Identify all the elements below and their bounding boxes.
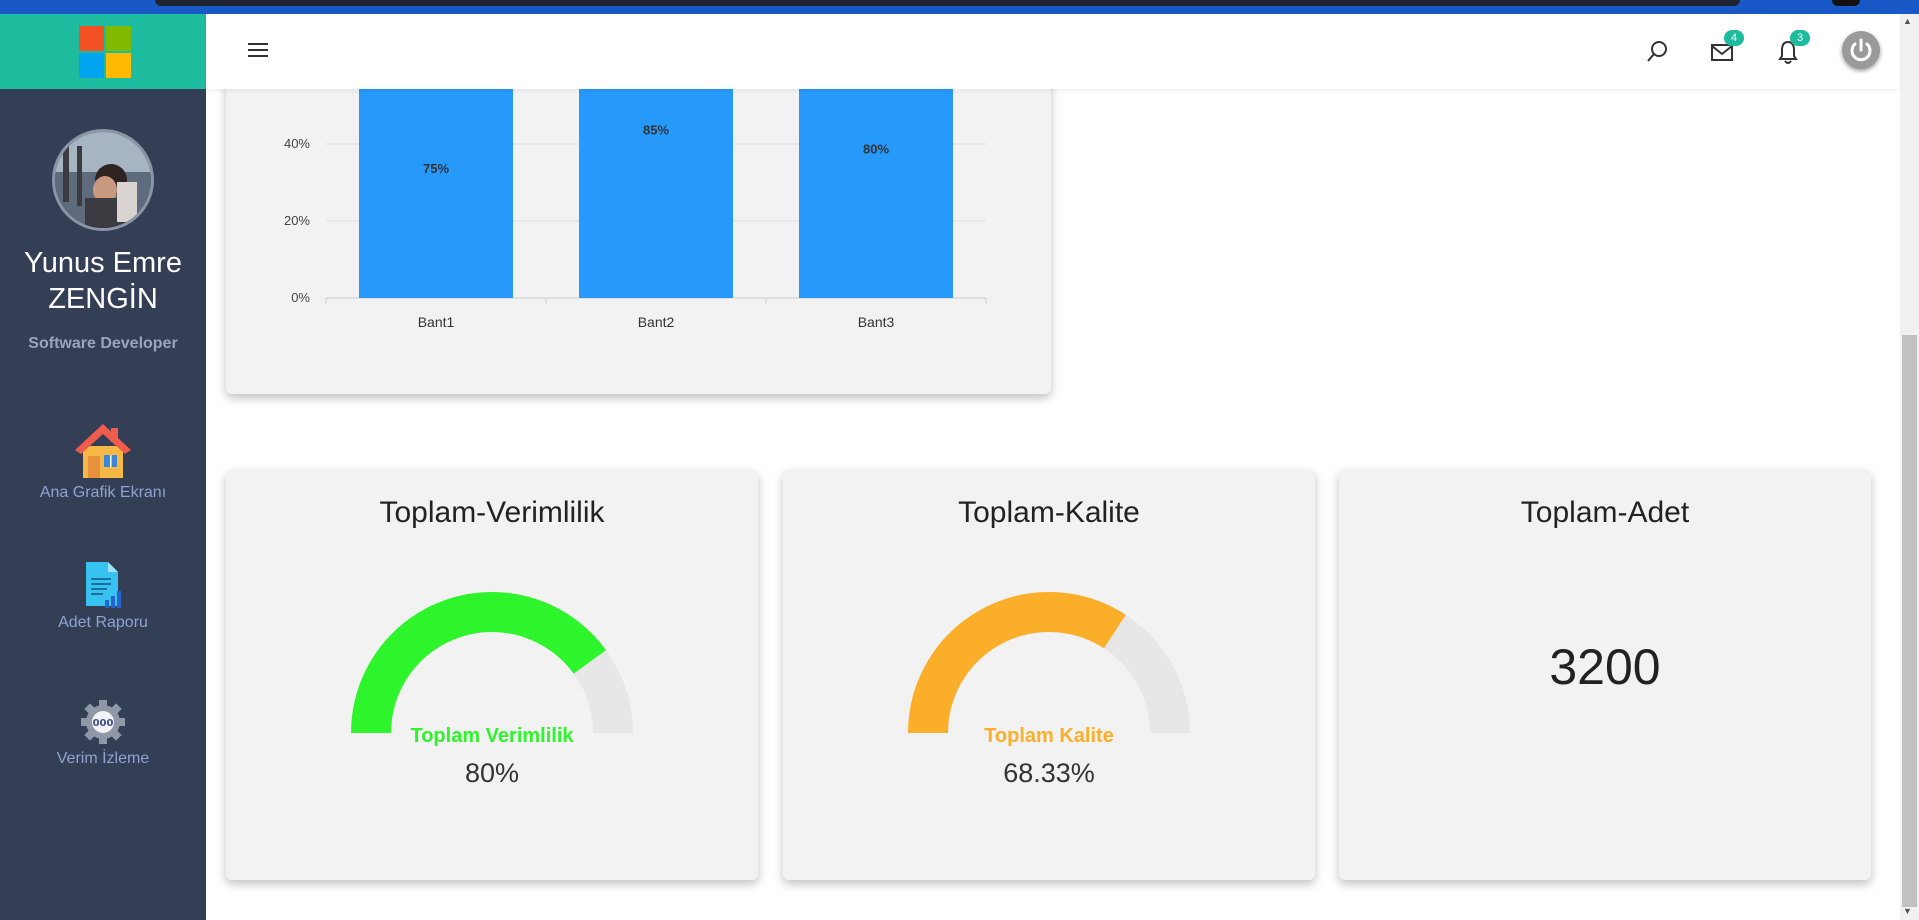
scrollbar-thumb[interactable]	[1902, 335, 1917, 907]
sidebar-item-label: Verim İzleme	[56, 750, 150, 767]
efficiency-gauge	[351, 592, 633, 734]
avatar	[52, 129, 154, 231]
sidebar-item-adet-raporu[interactable]: Adet Raporu	[0, 560, 206, 632]
user-last-name: ZENGİN	[48, 283, 158, 315]
power-button[interactable]	[1842, 31, 1880, 69]
messages-badge: 4	[1724, 30, 1744, 46]
sidebar-item-label: Adet Raporu	[58, 614, 148, 631]
card-title: Toplam-Adet	[1520, 496, 1690, 529]
browser-top-strip	[0, 0, 1919, 14]
x-tick-label: Bant1	[418, 314, 455, 330]
card-title: Toplam-Kalite	[958, 496, 1140, 529]
windows-logo-icon	[79, 26, 131, 78]
x-tick-label: Bant3	[858, 314, 895, 330]
card-title: Toplam-Verimlilik	[379, 496, 605, 529]
sidebar: Yunus Emre ZENGİN Software Developer Ana…	[0, 14, 206, 920]
data-label: 85%	[643, 122, 669, 137]
search-icon[interactable]	[1641, 36, 1673, 68]
sidebar-item-label: Ana Grafik Ekranı	[39, 484, 167, 501]
data-label: 75%	[423, 161, 449, 176]
gauge-fill	[908, 592, 1126, 734]
toplam-verimlilik-card: Toplam-Verimlilik Toplam Verimlilik 80%	[226, 470, 758, 880]
toplam-adet-card: Toplam-Adet 3200	[1339, 470, 1871, 880]
user-first-name: Yunus Emre	[24, 247, 182, 279]
report-document-icon	[86, 562, 121, 608]
logo-area[interactable]	[0, 14, 206, 89]
notification-bell-icon[interactable]: 3	[1772, 30, 1810, 68]
hamburger-menu-icon[interactable]	[242, 34, 274, 66]
bar-chart: 0% 20% 40% 75% Bant1 85% Bant2 80% Bant3	[284, 0, 987, 330]
quality-gauge	[908, 592, 1190, 734]
mail-icon[interactable]: 4	[1706, 30, 1744, 68]
browser-profile-icon[interactable]	[1832, 0, 1860, 6]
gauge-label: Toplam Verimlilik	[410, 725, 574, 747]
power-icon	[1850, 38, 1872, 62]
total-count-value: 3200	[1549, 639, 1661, 695]
data-label: 80%	[863, 142, 889, 157]
y-tick-label: 20%	[284, 213, 310, 228]
notifications-badge: 3	[1790, 30, 1810, 46]
gauge-fill	[351, 592, 607, 734]
gauge-label: Toplam Kalite	[984, 725, 1114, 747]
bant-chart-card: 0% 20% 40% 75% Bant1 85% Bant2 80% Bant3	[226, 0, 1051, 394]
gauge-value: 80%	[464, 758, 520, 788]
user-role: Software Developer	[28, 335, 178, 352]
user-name: Yunus Emre ZENGİN	[0, 245, 206, 317]
y-tick-label: 40%	[284, 136, 310, 151]
x-tick-label: Bant2	[638, 314, 675, 330]
svg-text:000: 000	[93, 718, 114, 729]
house-icon	[75, 424, 131, 478]
toplam-kalite-card: Toplam-Kalite Toplam Kalite 68.33%	[783, 470, 1315, 880]
sidebar-item-ana-grafik[interactable]: Ana Grafik Ekranı	[0, 422, 206, 502]
gear-gauge-icon: 000	[81, 700, 125, 744]
y-tick-label: 0%	[291, 290, 310, 305]
gauge-value: 68.33%	[1003, 758, 1095, 788]
scroll-down-arrow-icon[interactable]: ▼	[1903, 906, 1912, 916]
sidebar-item-verim-izleme[interactable]: 000 Verim İzleme	[0, 698, 206, 768]
browser-address-area	[155, 0, 1740, 6]
top-navbar: 4 3	[206, 14, 1900, 89]
scroll-up-arrow-icon[interactable]: ▲	[1903, 16, 1912, 26]
